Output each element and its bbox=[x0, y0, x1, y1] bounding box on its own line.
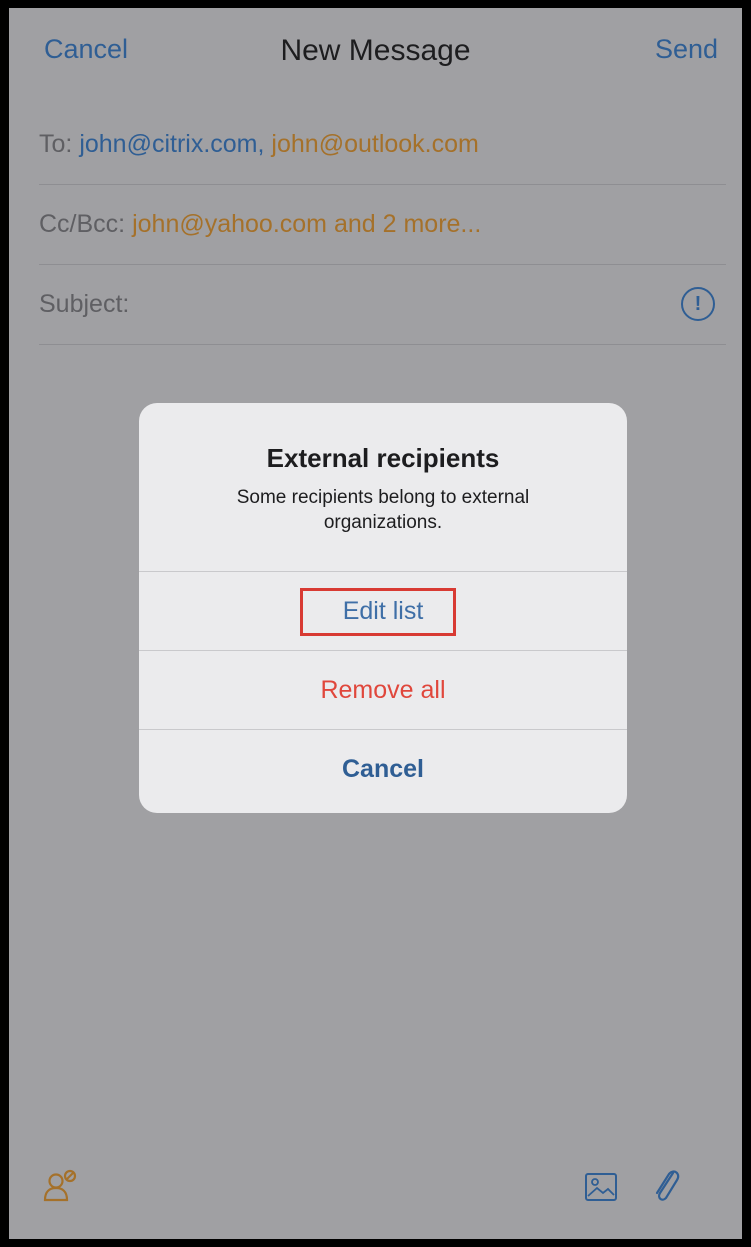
subject-field[interactable]: Subject: ! bbox=[39, 264, 726, 345]
paperclip-icon[interactable] bbox=[651, 1163, 681, 1207]
send-button[interactable]: Send bbox=[655, 34, 718, 65]
nav-bar: Cancel New Message Send bbox=[9, 8, 742, 100]
external-recipients-alert: External recipients Some recipients belo… bbox=[139, 403, 627, 813]
recipient-internal[interactable]: john@citrix.com bbox=[79, 130, 257, 158]
edit-list-button[interactable]: Edit list bbox=[139, 571, 627, 650]
edit-list-label: Edit list bbox=[342, 597, 424, 625]
cc-bcc-label: Cc/Bcc: bbox=[39, 210, 126, 238]
bottom-toolbar bbox=[9, 1149, 742, 1239]
alert-message: Some recipients belong to external organ… bbox=[236, 487, 530, 533]
image-icon[interactable] bbox=[584, 1171, 618, 1203]
cc-bcc-field[interactable]: Cc/Bcc: john@yahoo.com and 2 more... bbox=[39, 184, 726, 265]
page-title: New Message bbox=[280, 34, 471, 67]
recipient-external[interactable]: john@outlook.com bbox=[271, 130, 478, 158]
contacts-icon[interactable] bbox=[42, 1167, 80, 1205]
compose-screen: Cancel New Message Send To: john@citrix.… bbox=[9, 8, 742, 1239]
alert-cancel-button[interactable]: Cancel bbox=[139, 729, 627, 808]
subject-label: Subject: bbox=[39, 290, 130, 318]
remove-all-button[interactable]: Remove all bbox=[139, 650, 627, 729]
to-label: To: bbox=[39, 130, 73, 158]
to-field[interactable]: To: john@citrix.com, john@outlook.com bbox=[39, 104, 726, 185]
alert-title: External recipients bbox=[266, 443, 500, 473]
device-frame: Cancel New Message Send To: john@citrix.… bbox=[0, 0, 751, 1247]
recipient-separator: , bbox=[257, 130, 265, 158]
info-circle-icon[interactable]: ! bbox=[681, 287, 715, 321]
cc-recipients[interactable]: john@yahoo.com and 2 more... bbox=[132, 210, 481, 238]
